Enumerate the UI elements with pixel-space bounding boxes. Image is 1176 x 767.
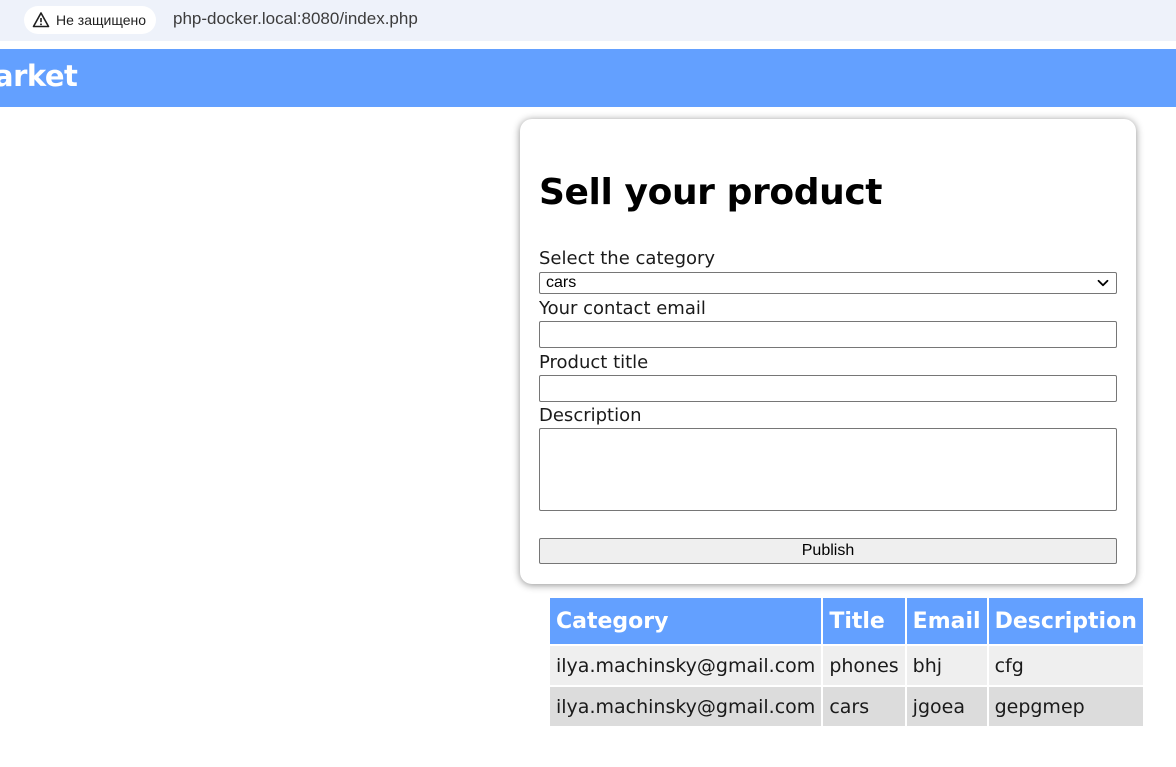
chevron-down-icon	[1097, 279, 1109, 287]
email-label: Your contact email	[539, 298, 706, 319]
table-cell: cfg	[988, 646, 1143, 685]
browser-address-bar: Не защищено php-docker.local:8080/index.…	[0, 0, 1176, 41]
table-row: ilya.machinsky@gmail.com phones bhj cfg	[550, 646, 1143, 685]
table-cell: phones	[823, 646, 905, 685]
table-cell: cars	[823, 687, 905, 726]
sell-product-form: Sell your product Select the category ca…	[520, 119, 1136, 584]
publish-button[interactable]: Publish	[539, 538, 1117, 564]
category-selected-value: cars	[546, 274, 577, 291]
site-logo[interactable]: arket	[0, 59, 78, 93]
site-header: arket	[0, 49, 1176, 107]
email-field[interactable]	[539, 321, 1117, 348]
table-cell: ilya.machinsky@gmail.com	[550, 687, 822, 726]
description-label: Description	[539, 405, 642, 426]
site-info-button[interactable]: Не защищено	[24, 6, 156, 34]
column-header-title: Title	[823, 598, 905, 644]
form-title: Sell your product	[539, 172, 883, 213]
column-header-category: Category	[550, 598, 822, 644]
column-header-email: Email	[906, 598, 987, 644]
table-row: ilya.machinsky@gmail.com cars jgoea gepg…	[550, 687, 1143, 726]
category-label: Select the category	[539, 248, 716, 269]
description-textarea[interactable]	[539, 428, 1117, 511]
table-cell: bhj	[906, 646, 987, 685]
product-title-input[interactable]	[539, 375, 1117, 402]
table-cell: gepgmep	[988, 687, 1143, 726]
products-table: Category Title Email Description ilya.ma…	[548, 596, 1145, 728]
product-title-label: Product title	[539, 352, 649, 373]
column-header-description: Description	[988, 598, 1143, 644]
url-field[interactable]: php-docker.local:8080/index.php	[173, 9, 418, 29]
warning-icon	[32, 12, 50, 28]
table-header-row: Category Title Email Description	[550, 598, 1143, 644]
table-cell: jgoea	[906, 687, 987, 726]
security-label: Не защищено	[56, 12, 146, 28]
category-select[interactable]: cars	[539, 272, 1117, 294]
table-cell: ilya.machinsky@gmail.com	[550, 646, 822, 685]
